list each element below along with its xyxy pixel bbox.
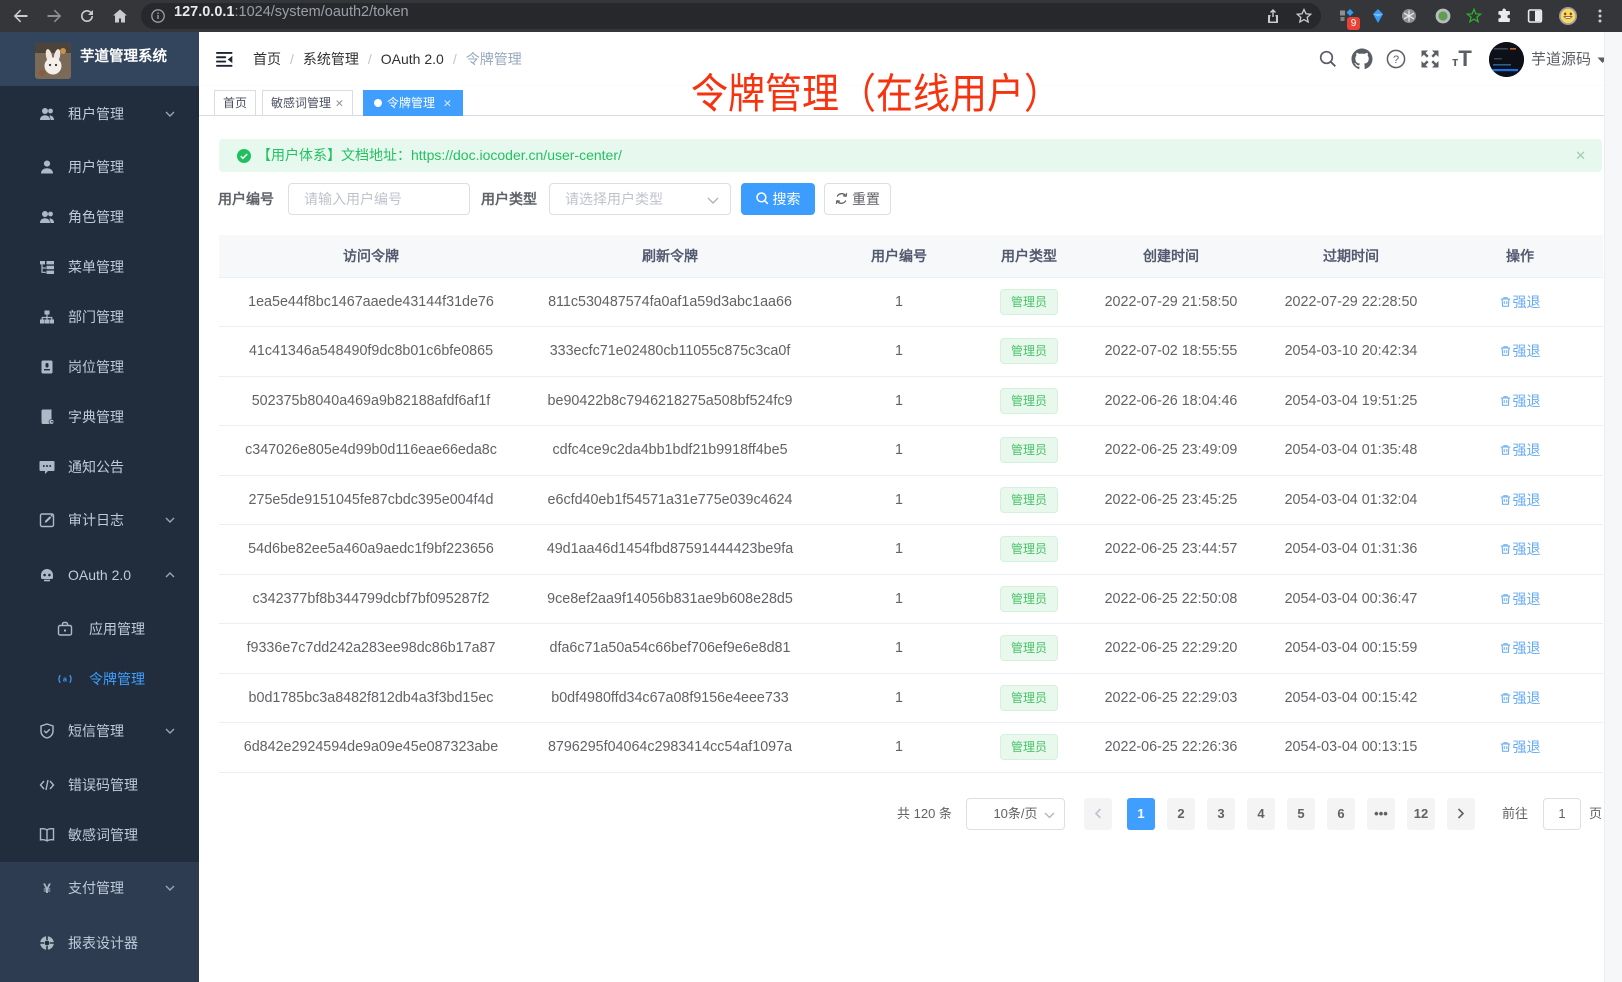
svg-text:?: ?	[1393, 54, 1399, 66]
svg-text:a: a	[63, 677, 67, 684]
svg-text:¥: ¥	[43, 880, 51, 896]
